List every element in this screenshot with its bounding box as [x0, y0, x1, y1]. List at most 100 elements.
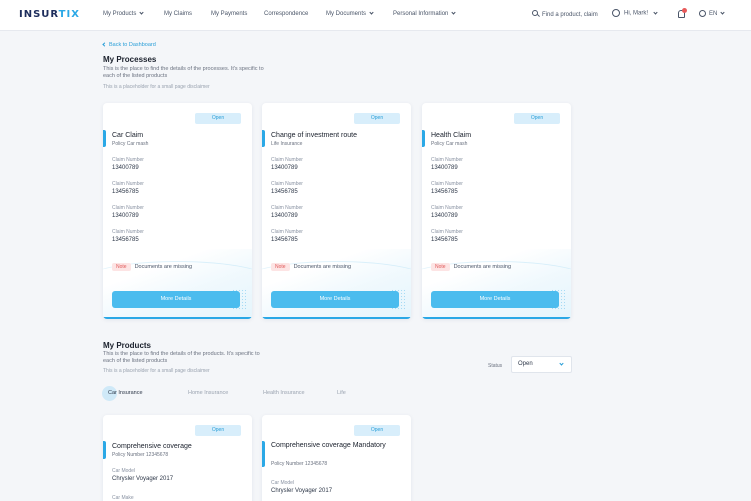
language-selector[interactable]: EN [699, 10, 725, 18]
field-label: Claim Number [431, 181, 463, 187]
field-label: Claim Number [271, 205, 303, 211]
processes-title: My Processes [103, 55, 157, 64]
note-text: Documents are missing [453, 264, 512, 270]
tab-life[interactable]: Life [337, 390, 346, 396]
card-title: Comprehensive coverage [112, 443, 192, 450]
card-title: Health Claim [431, 132, 472, 139]
chevron-down-icon [369, 10, 374, 15]
product-card: Open Comprehensive coverage Policy Numbe… [103, 415, 252, 501]
field-value: 13400789 [112, 213, 139, 219]
field-label: Claim Number [271, 157, 303, 163]
card-subtitle: Policy Number 12345678 [271, 461, 328, 467]
nav-item-personal-information[interactable]: Personal Information [393, 10, 456, 17]
chevron-down-icon [653, 9, 658, 15]
field-value: 13400789 [271, 165, 298, 171]
back-to-dashboard-link[interactable]: Back to Dashboard [102, 42, 156, 48]
note-tag: Note [271, 263, 290, 271]
top-nav: INSURTIX My Products My Claims My Paymen… [0, 0, 751, 31]
card-subtitle: Policy Number 12345678 [112, 452, 169, 458]
status-badge: Open [195, 113, 241, 124]
field-label: Claim Number [112, 157, 144, 163]
field-value: 13456785 [271, 237, 298, 243]
nav-item-my-claims[interactable]: My Claims [164, 11, 192, 17]
field-label: Claim Number [431, 157, 463, 163]
status-badge: Open [514, 113, 560, 124]
field-value: Chrysler Voyager 2017 [271, 488, 333, 494]
logo-text-main: INSUR [19, 9, 59, 20]
note-tag: Note [431, 263, 450, 271]
processes-description: This is the place to find the details of… [103, 66, 264, 79]
note-text: Documents are missing [134, 264, 193, 270]
product-card: Open Comprehensive coverage Mandatory Po… [262, 415, 411, 501]
status-filter-value: Open [518, 361, 533, 367]
card-title: Comprehensive coverage Mandatory [271, 442, 386, 449]
more-details-button[interactable]: More Details [112, 291, 240, 308]
user-icon [612, 9, 620, 17]
language-label: EN [709, 11, 718, 18]
chevron-down-icon [139, 10, 144, 15]
card-subtitle: Life Insurance [271, 141, 303, 147]
note-row: Note Documents are missing [271, 263, 351, 271]
note-text: Documents are missing [293, 264, 352, 270]
status-filter-label: Status [488, 363, 503, 369]
tab-car-insurance[interactable]: Car Insurance [108, 390, 143, 396]
field-label: Claim Number [112, 205, 144, 211]
note-tag: Note [112, 263, 131, 271]
field-label: Claim Number [431, 205, 463, 211]
field-label: Claim Number [112, 181, 144, 187]
field-value: 13400789 [431, 165, 458, 171]
field-label: Car Make [112, 495, 134, 501]
nav-item-my-products[interactable]: My Products [103, 10, 144, 17]
chevron-down-icon [451, 10, 456, 15]
card-title: Change of investment route [271, 132, 357, 139]
logo-text-accent: TIX [58, 9, 80, 20]
field-label: Claim Number [112, 229, 144, 235]
field-value: 13456785 [431, 189, 458, 195]
more-details-button[interactable]: More Details [271, 291, 399, 308]
search-label: Find a product, claim [542, 12, 598, 18]
products-disclaimer: This is a placeholder for a small page d… [103, 368, 210, 374]
field-value: 13456785 [431, 237, 458, 243]
field-value: Chrysler Voyager 2017 [112, 476, 174, 482]
note-row: Note Documents are missing [112, 263, 192, 271]
process-card: Open Health Claim Policy Car mash Claim … [422, 103, 571, 319]
field-value: 13456785 [112, 189, 139, 195]
chevron-down-icon [559, 361, 564, 366]
field-label: Claim Number [431, 229, 463, 235]
field-value: 13400789 [271, 213, 298, 219]
nav-item-my-documents[interactable]: My Documents [326, 10, 374, 17]
chevron-left-icon [102, 42, 107, 47]
process-card: Open Car Claim Policy Car mash Claim Num… [103, 103, 252, 319]
search-button[interactable]: Find a product, claim [532, 10, 598, 18]
nav-item-my-payments[interactable]: My Payments [211, 11, 247, 17]
card-subtitle: Policy Car mash [112, 141, 149, 147]
tab-health-insurance[interactable]: Health Insurance [263, 390, 305, 396]
field-label: Claim Number [271, 229, 303, 235]
note-row: Note Documents are missing [431, 263, 511, 271]
status-badge: Open [354, 425, 400, 436]
processes-disclaimer: This is a placeholder for a small page d… [103, 84, 210, 90]
status-badge: Open [195, 425, 241, 436]
more-details-button[interactable]: More Details [431, 291, 559, 308]
nav-item-correspondence[interactable]: Correspondence [264, 11, 308, 17]
chevron-down-icon [720, 10, 725, 15]
globe-icon [699, 10, 706, 17]
user-menu[interactable]: Hi, Mark! [612, 9, 658, 17]
field-label: Car Model [112, 468, 136, 474]
status-badge: Open [354, 113, 400, 124]
field-value: 13400789 [112, 165, 139, 171]
field-value: 13456785 [271, 189, 298, 195]
field-value: 13400789 [431, 213, 458, 219]
tab-home-insurance[interactable]: Home Insurance [188, 390, 228, 396]
logo[interactable]: INSURTIX [19, 9, 80, 20]
status-filter-select[interactable]: Open [511, 356, 572, 373]
card-title: Car Claim [112, 132, 144, 139]
field-label: Claim Number [271, 181, 303, 187]
field-label: Car Model [271, 480, 295, 486]
search-icon [532, 10, 538, 16]
user-greeting: Hi, Mark! [624, 10, 648, 17]
process-card: Open Change of investment route Life Ins… [262, 103, 411, 319]
card-subtitle: Policy Car mash [431, 141, 468, 147]
products-description: This is the place to find the details of… [103, 351, 260, 364]
products-title: My Products [103, 341, 152, 350]
